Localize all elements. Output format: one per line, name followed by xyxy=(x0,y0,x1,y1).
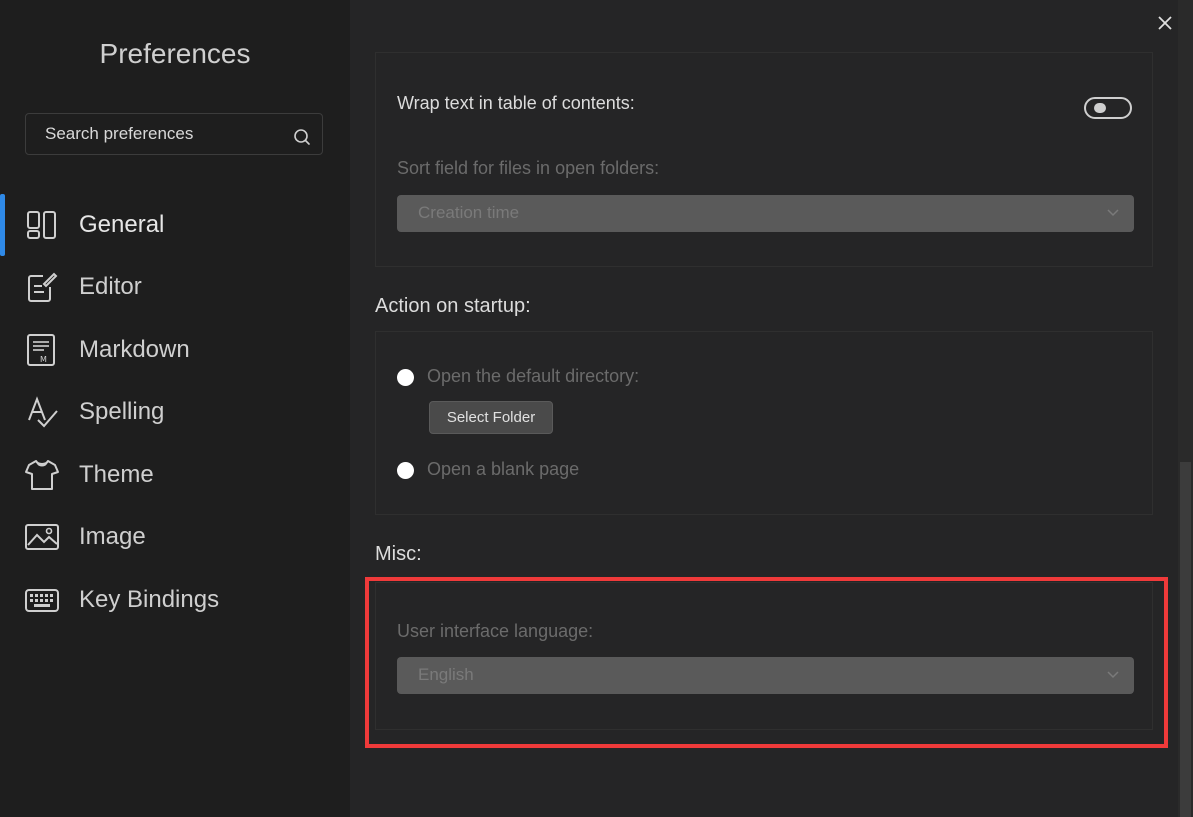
spelling-icon xyxy=(28,396,58,428)
sidebar-item-label: Image xyxy=(79,523,146,550)
sort-field-select[interactable]: Creation time xyxy=(397,195,1134,232)
select-folder-button[interactable]: Select Folder xyxy=(429,401,553,434)
keyboard-icon xyxy=(25,589,59,612)
chevron-down-icon xyxy=(1107,209,1119,217)
language-select[interactable]: English xyxy=(397,657,1134,694)
open-default-radio[interactable] xyxy=(397,369,414,386)
sidebar-item-label: Theme xyxy=(79,461,154,488)
sidebar-item-label: Markdown xyxy=(79,336,190,363)
sidebar-item-markdown[interactable]: M Markdown xyxy=(0,319,350,381)
misc-section-title: Misc: xyxy=(375,543,422,565)
open-blank-radio[interactable] xyxy=(397,462,414,479)
edit-icon xyxy=(28,272,58,302)
sort-field-value: Creation time xyxy=(418,203,520,222)
sidebar-item-label: Spelling xyxy=(79,398,165,425)
startup-panel: Open the default directory: Select Folde… xyxy=(375,331,1153,515)
sidebar-item-label: Editor xyxy=(79,273,142,300)
sidebar-item-label: Key Bindings xyxy=(79,586,220,613)
sidebar-item-theme[interactable]: Theme xyxy=(0,444,350,506)
sort-field-label: Sort field for files in open folders: xyxy=(397,158,660,178)
wrap-toc-label: Wrap text in table of contents: xyxy=(397,93,635,113)
search-box[interactable] xyxy=(25,113,323,155)
sidebar-item-image[interactable]: Image xyxy=(0,506,350,568)
open-blank-label: Open a blank page xyxy=(427,459,580,479)
sidebar-title: Preferences xyxy=(99,38,251,69)
shirt-icon xyxy=(25,460,59,490)
language-label: User interface language: xyxy=(397,621,594,641)
misc-panel: User interface language: English xyxy=(375,582,1153,730)
image-icon xyxy=(25,524,59,550)
sidebar-item-spelling[interactable]: Spelling xyxy=(0,381,350,443)
sidebar-item-key-bindings[interactable]: Key Bindings xyxy=(0,569,350,631)
sidebar-item-general[interactable]: General xyxy=(0,194,350,256)
markdown-icon: M xyxy=(27,334,55,366)
svg-text:M: M xyxy=(40,355,47,364)
wrap-toc-toggle[interactable] xyxy=(1084,97,1132,119)
open-default-label: Open the default directory: xyxy=(427,366,640,386)
sidebar-item-editor[interactable]: Editor xyxy=(0,256,350,318)
main-content: Wrap text in table of contents: Sort fie… xyxy=(350,0,1193,817)
sidebar-item-label: General xyxy=(79,211,165,238)
active-indicator xyxy=(0,194,5,256)
sidebar-options-panel: Wrap text in table of contents: Sort fie… xyxy=(375,52,1153,267)
close-icon[interactable] xyxy=(1150,8,1178,36)
search-input[interactable] xyxy=(26,114,305,154)
toggle-knob xyxy=(1094,103,1106,113)
startup-section-title: Action on startup: xyxy=(375,295,531,317)
layout-icon xyxy=(27,211,56,239)
sidebar: Preferences General Editor xyxy=(0,0,350,817)
chevron-down-icon xyxy=(1107,671,1119,679)
language-value: English xyxy=(418,665,474,684)
scrollbar-thumb[interactable] xyxy=(1180,462,1191,817)
search-icon[interactable] xyxy=(292,127,312,147)
